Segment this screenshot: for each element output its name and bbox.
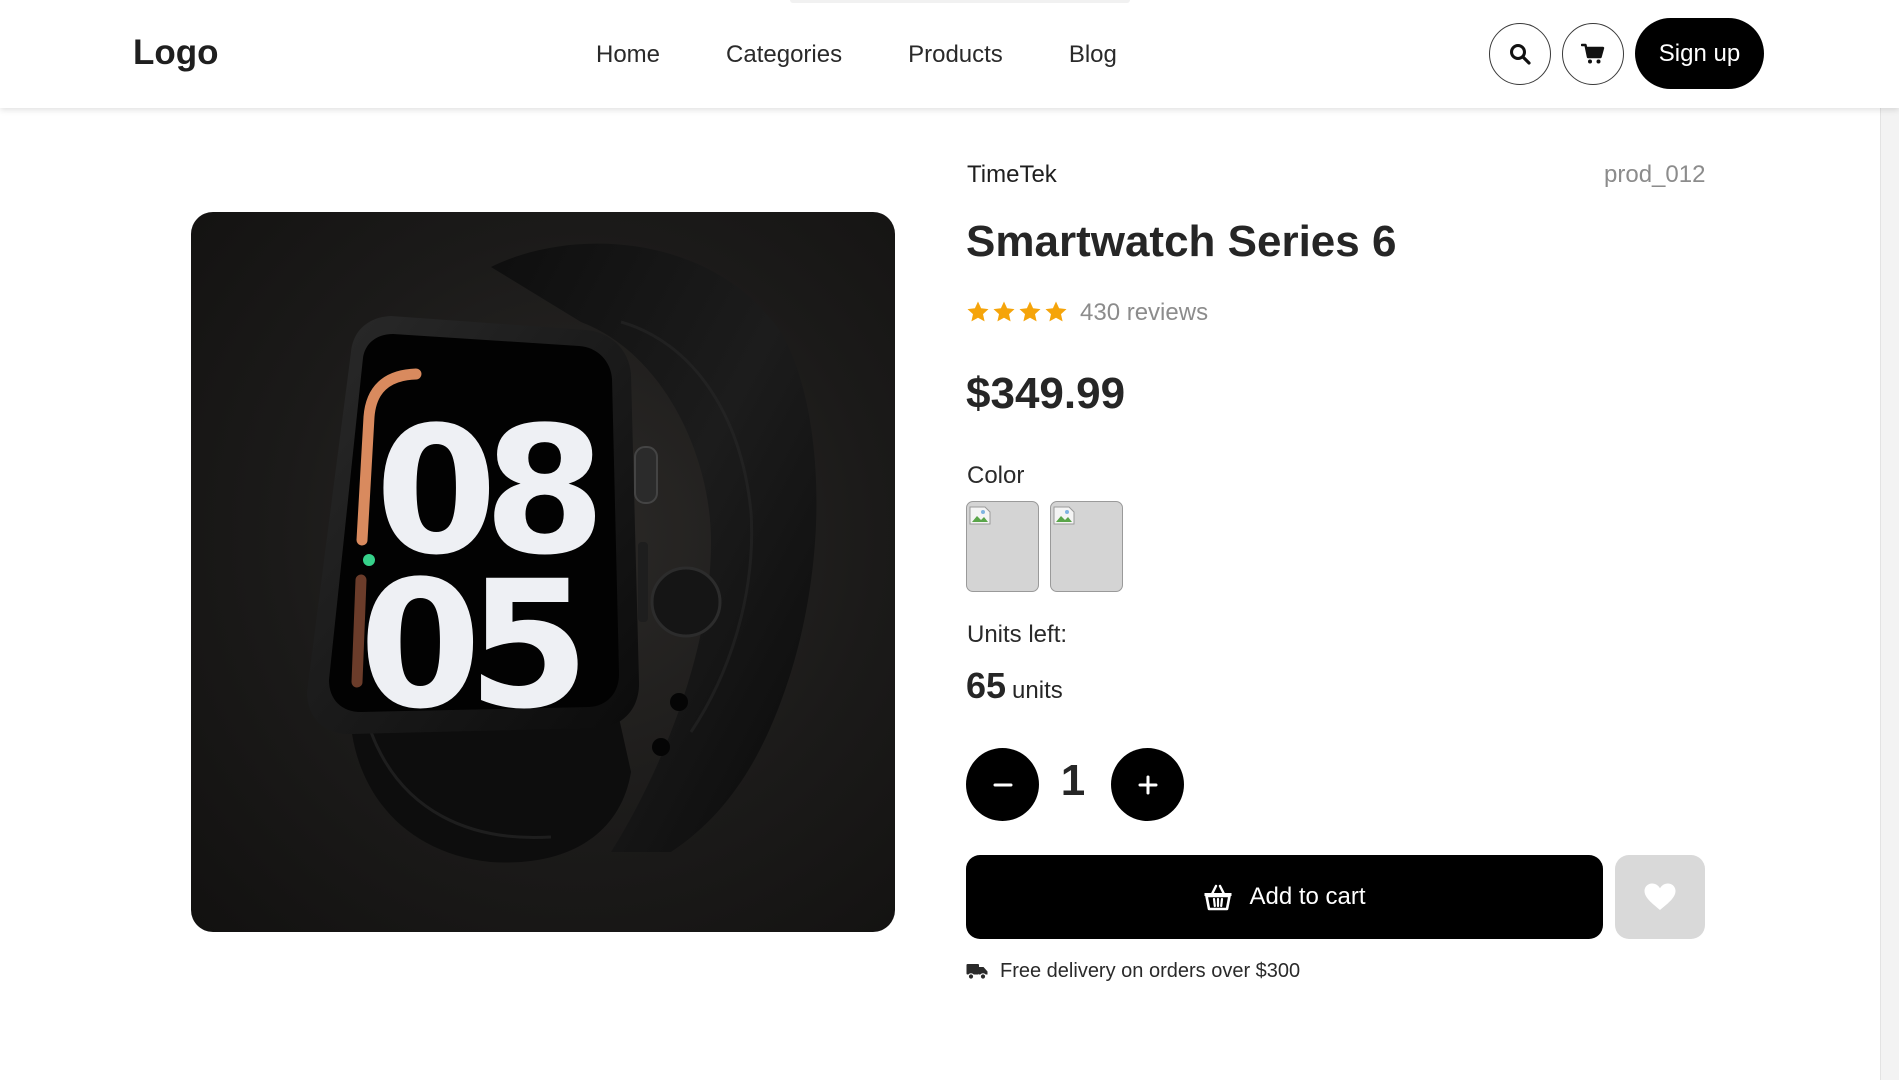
- truck-icon: [966, 964, 988, 980]
- rating-stars: [966, 300, 1068, 324]
- nav-link-blog[interactable]: Blog: [1069, 41, 1117, 69]
- smartwatch-illustration: 08 05: [307, 243, 817, 863]
- page-scrollbar[interactable]: [1880, 0, 1899, 1080]
- header-highlight: [790, 0, 1130, 3]
- increase-quantity-button[interactable]: [1111, 748, 1184, 821]
- units-left-label: Units left:: [967, 621, 1068, 648]
- minus-icon: [993, 783, 1012, 786]
- plus-icon: [1138, 775, 1157, 794]
- nav-link-home[interactable]: Home: [596, 41, 660, 69]
- watch-minute: 05: [359, 543, 578, 748]
- add-to-cart-label: Add to cart: [1249, 883, 1366, 910]
- broken-image-icon: [1053, 506, 1075, 525]
- color-swatch-2[interactable]: [1050, 501, 1123, 592]
- product-image: 08 05: [191, 212, 895, 932]
- color-swatch-1[interactable]: [966, 501, 1039, 592]
- search-button[interactable]: [1489, 23, 1551, 85]
- decrease-quantity-button[interactable]: [966, 748, 1039, 821]
- star-icon: [967, 301, 989, 322]
- main-nav: Home Categories Products Blog: [596, 41, 1183, 69]
- nav-link-categories[interactable]: Categories: [726, 41, 842, 69]
- product-title: Smartwatch Series 6: [966, 217, 1397, 266]
- site-header: Logo Home Categories Products Blog Sign …: [0, 0, 1899, 108]
- heart-icon: [1644, 883, 1676, 910]
- star-icon: [1045, 301, 1067, 322]
- add-to-cart-button[interactable]: Add to cart: [966, 855, 1603, 939]
- delivery-note: Free delivery on orders over $300: [966, 960, 1300, 983]
- star-icon: [1019, 301, 1041, 322]
- product-sku: prod_012: [1604, 161, 1706, 188]
- units-word: units: [1012, 677, 1063, 704]
- cart-button[interactable]: [1562, 23, 1624, 85]
- site-logo[interactable]: Logo: [133, 33, 219, 73]
- nav-link-products[interactable]: Products: [908, 41, 1003, 69]
- star-icon: [993, 301, 1015, 322]
- units-count: 65: [966, 665, 1007, 706]
- search-icon: [1510, 44, 1531, 65]
- color-label: Color: [967, 462, 1025, 489]
- broken-image-icon: [969, 506, 991, 525]
- product-brand: TimeTek: [967, 161, 1057, 188]
- delivery-text: Free delivery on orders over $300: [1000, 960, 1301, 982]
- units-left: 65 units: [966, 665, 1063, 707]
- basket-icon: [1204, 884, 1232, 911]
- quantity-value: 1: [1060, 756, 1086, 805]
- wishlist-button[interactable]: [1615, 855, 1705, 939]
- cart-icon: [1581, 43, 1605, 64]
- reviews-link[interactable]: 430 reviews: [1080, 299, 1208, 327]
- product-price: $349.99: [966, 369, 1126, 418]
- sign-up-button[interactable]: Sign up: [1635, 18, 1764, 89]
